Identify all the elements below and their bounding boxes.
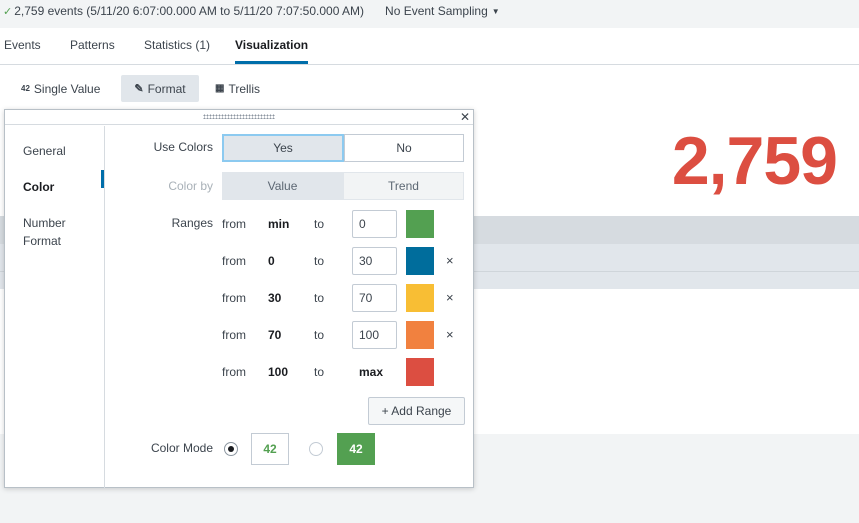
remove-range-icon[interactable]: × (446, 291, 454, 305)
range-to-input[interactable] (352, 321, 397, 349)
color-mode-background-sample[interactable]: 42 (337, 433, 375, 465)
tab-patterns[interactable]: Patterns (70, 28, 115, 64)
event-sampling-label: No Event Sampling (385, 4, 488, 18)
use-colors-label: Use Colors (153, 140, 213, 154)
range-to-word: to (314, 328, 325, 342)
range-from-value: 70 (268, 328, 282, 342)
section-number-format[interactable]: Number Format (23, 214, 83, 250)
remove-range-icon[interactable]: × (446, 254, 454, 268)
color-mode-text-radio[interactable] (224, 442, 238, 456)
single-value-display: 2,759 (671, 123, 838, 199)
format-panel: ✕ General Color Number Format Use Colors… (4, 109, 474, 488)
single-value-button[interactable]: 42 Single Value (14, 75, 107, 102)
range-from-value: 100 (268, 365, 289, 379)
range-to-input[interactable] (352, 247, 397, 275)
range-color-swatch[interactable] (406, 321, 434, 349)
format-sections-nav: General Color Number Format (5, 126, 105, 488)
format-label: Format (147, 81, 186, 96)
range-from-value: 30 (268, 291, 282, 305)
range-to-input[interactable] (352, 284, 397, 312)
check-icon: ✓ (3, 5, 13, 18)
event-count-summary: 2,759 events (5/11/20 6:07:00.000 AM to … (14, 4, 365, 18)
range-from-value: min (268, 217, 290, 231)
ranges-label: Ranges (171, 216, 213, 230)
use-colors-no-button[interactable]: No (344, 134, 464, 162)
range-to-value: max (359, 365, 384, 379)
active-section-marker (101, 170, 104, 188)
color-mode-background-radio[interactable] (309, 442, 323, 456)
tab-events[interactable]: Events (4, 28, 41, 64)
color-mode-label: Color Mode (150, 441, 213, 455)
range-from-word: from (222, 291, 246, 305)
trellis-label: Trellis (228, 81, 261, 96)
trellis-button[interactable]: ▦ Trellis (208, 75, 267, 102)
single-value-icon: 42 (21, 84, 30, 93)
range-color-swatch[interactable] (406, 358, 434, 386)
color-by-label: Color by (168, 179, 213, 193)
use-colors-toggle: Yes No (222, 134, 464, 162)
viz-toolbar: 42 Single Value ✎ Format ▦ Trellis (0, 75, 859, 103)
color-by-value-button[interactable]: Value (222, 172, 343, 200)
color-by-toggle: Value Trend (222, 172, 464, 200)
range-from-value: 0 (268, 254, 275, 268)
range-from-word: from (222, 365, 246, 379)
range-from-word: from (222, 254, 246, 268)
range-to-word: to (314, 254, 325, 268)
range-from-word: from (222, 328, 246, 342)
close-icon[interactable]: ✕ (460, 110, 470, 124)
range-color-swatch[interactable] (406, 210, 434, 238)
color-settings: Use Colors Yes No Color by Value Trend R… (106, 126, 473, 488)
range-color-swatch[interactable] (406, 284, 434, 312)
color-mode-text-sample[interactable]: 42 (251, 433, 289, 465)
event-sampling-dropdown[interactable]: No Event Sampling ▼ (385, 4, 500, 18)
section-general[interactable]: General (23, 142, 66, 160)
search-status-bar: ✓ 2,759 events (5/11/20 6:07:00.000 AM t… (0, 0, 859, 22)
caret-down-icon: ▼ (491, 6, 500, 16)
range-color-swatch[interactable] (406, 247, 434, 275)
use-colors-yes-button[interactable]: Yes (222, 134, 344, 162)
range-to-input[interactable] (352, 210, 397, 238)
color-by-trend-button[interactable]: Trend (343, 172, 464, 200)
section-color[interactable]: Color (23, 178, 54, 196)
range-to-word: to (314, 365, 325, 379)
range-to-word: to (314, 217, 325, 231)
remove-range-icon[interactable]: × (446, 328, 454, 342)
single-value-label: Single Value (33, 81, 101, 96)
panel-drag-bar: ✕ (5, 110, 473, 125)
pencil-icon: ✎ (134, 83, 144, 95)
add-range-button[interactable]: + Add Range (368, 397, 465, 425)
format-button[interactable]: ✎ Format (121, 75, 199, 102)
results-tabs: Events Patterns Statistics (1) Visualiza… (0, 28, 859, 65)
tab-statistics[interactable]: Statistics (1) (144, 28, 210, 64)
tab-visualization[interactable]: Visualization (235, 28, 309, 64)
range-from-word: from (222, 217, 246, 231)
range-to-word: to (314, 291, 325, 305)
grid-icon: ▦ (215, 83, 225, 94)
drag-handle-icon[interactable] (203, 114, 275, 119)
